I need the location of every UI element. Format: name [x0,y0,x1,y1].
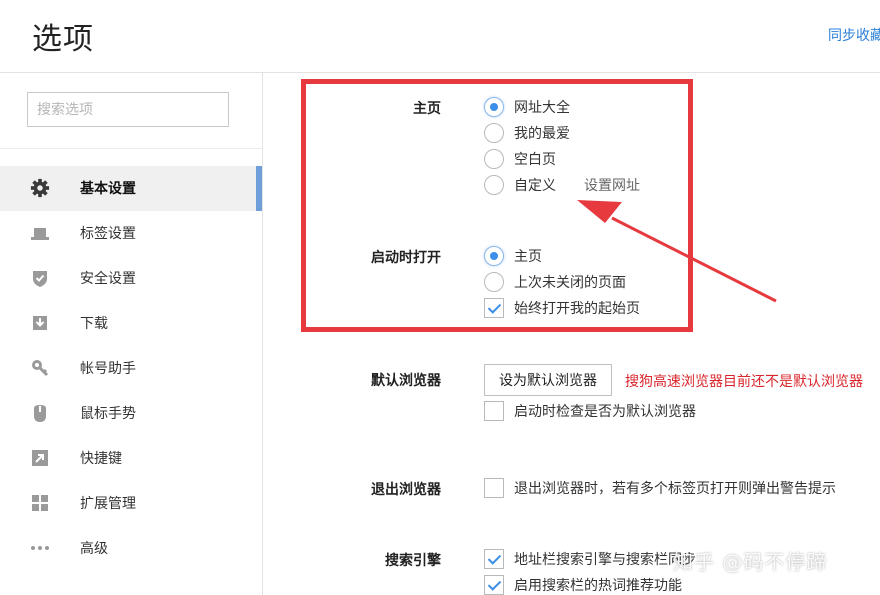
sidebar-item-label: 标签设置 [80,226,136,242]
set-default-browser-button[interactable]: 设为默认浏览器 [484,364,612,396]
settings-content: 主页 网址大全 我的最爱 空白页 自定义 设置网址 启动时打开 主页 上次未关闭… [264,74,880,595]
shield-check-icon [30,268,50,288]
option-label: 退出浏览器时，若有多个标签页打开则弹出警告提示 [514,481,836,497]
sidebar-item-security-settings[interactable]: 安全设置 [0,256,262,301]
search-hot-words[interactable]: 启用搜索栏的热词推荐功能 [484,574,682,595]
sidebar-item-label: 基本设置 [80,181,136,197]
sidebar-item-account-assistant[interactable]: 帐号助手 [0,346,262,391]
sidebar-item-label: 扩展管理 [80,496,136,512]
mouse-icon [30,403,50,423]
sidebar-item-label: 高级 [80,541,108,557]
sidebar-item-label: 鼠标手势 [80,406,136,422]
checkbox[interactable] [484,401,504,421]
option-label: 启动时检查是否为默认浏览器 [514,404,696,420]
sync-favorites-link[interactable]: 同步收藏 [828,25,880,45]
checkbox[interactable] [484,575,504,595]
sidebar-item-label: 下载 [80,316,108,332]
sidebar-item-mouse-gestures[interactable]: 鼠标手势 [0,391,262,436]
sidebar-item-advanced[interactable]: 高级 [0,526,262,571]
shortcut-arrow-icon [30,448,50,468]
sidebar: 基本设置 标签设置 安全设置 下载 帐号助手 鼠标手势 快捷键 [0,73,263,595]
grid-icon [30,493,50,513]
watermark: 知乎 @码不停蹄 [673,550,828,574]
header-bar: 选项 同步收藏 [0,0,880,73]
sidebar-item-basic-settings[interactable]: 基本设置 [0,166,262,211]
sidebar-item-tab-settings[interactable]: 标签设置 [0,211,262,256]
download-icon [30,313,50,333]
sidebar-item-download[interactable]: 下载 [0,301,262,346]
page-title: 选项 [32,22,94,57]
sidebar-divider [0,148,262,149]
sidebar-item-extensions[interactable]: 扩展管理 [0,481,262,526]
tab-icon [30,223,50,243]
search-input[interactable] [27,92,229,127]
sidebar-item-label: 帐号助手 [80,361,136,377]
search-engine-label: 搜索引擎 [385,553,441,569]
more-icon [30,538,50,558]
option-label: 地址栏搜索引擎与搜索栏同步 [514,552,696,568]
gear-icon [30,178,50,198]
sidebar-item-shortcuts[interactable]: 快捷键 [0,436,262,481]
address-bar-search-sync[interactable]: 地址栏搜索引擎与搜索栏同步 [484,548,696,570]
default-browser-warning: 搜狗高速浏览器目前还不是默认浏览器 [625,374,863,390]
checkbox[interactable] [484,549,504,569]
annotation-highlight-box [301,79,693,332]
exit-browser-label: 退出浏览器 [371,482,441,498]
default-browser-label: 默认浏览器 [371,373,441,389]
check-default-on-start[interactable]: 启动时检查是否为默认浏览器 [484,400,696,422]
sidebar-item-label: 安全设置 [80,271,136,287]
option-label: 启用搜索栏的热词推荐功能 [514,578,682,594]
checkbox[interactable] [484,478,504,498]
exit-warn-multi-tabs[interactable]: 退出浏览器时，若有多个标签页打开则弹出警告提示 [484,477,836,499]
key-icon [30,358,50,378]
sidebar-item-label: 快捷键 [80,451,122,467]
